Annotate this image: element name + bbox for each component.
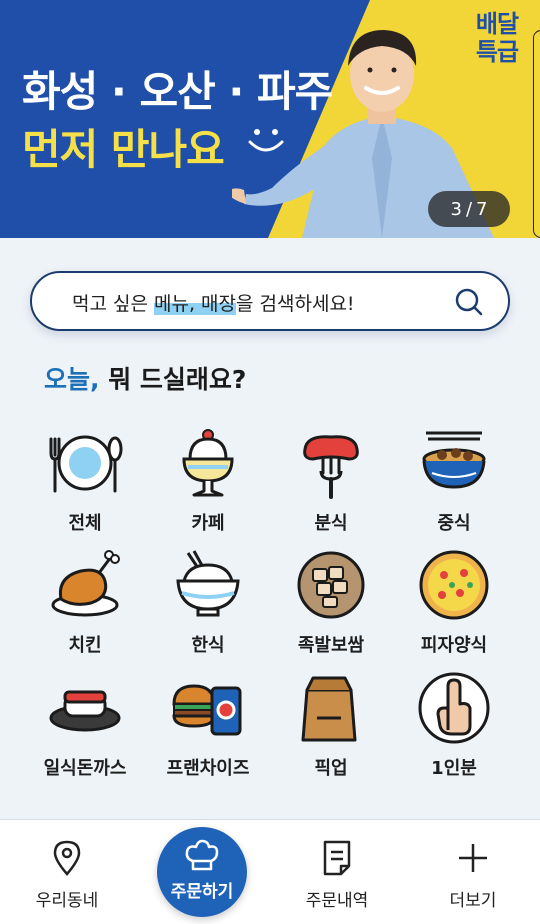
- search-placeholder-prefix: 먹고 싶은: [72, 293, 154, 315]
- noodle-bowl-icon: [422, 431, 486, 489]
- brand-logo: 배달 특급: [470, 10, 524, 70]
- category-label: 한식: [191, 635, 225, 656]
- category-all[interactable]: 전체: [25, 425, 145, 535]
- search-bar[interactable]: 먹고 싶은 메뉴, 매장을 검색하세요!: [30, 271, 510, 331]
- chef-hat-icon: [185, 839, 219, 871]
- category-franchise[interactable]: 프랜차이즈: [148, 670, 268, 780]
- search-placeholder-highlight: 메뉴, 매장: [154, 293, 236, 315]
- rice-bowl-icon: [176, 550, 240, 617]
- category-label: 중식: [437, 513, 471, 534]
- section-heading: 오늘, 뭐 드실래요?: [44, 360, 246, 396]
- location-pin-icon: [53, 840, 81, 876]
- promo-banner[interactable]: 화성 · 오산 · 파주 먼저 만나요 배달 특급 3 / 7: [0, 0, 540, 238]
- jokbal-plate-icon: [297, 551, 365, 619]
- paper-bag-icon: [301, 676, 357, 742]
- category-label: 전체: [68, 513, 102, 534]
- nav-neighborhood-label: 우리동네: [35, 891, 99, 911]
- category-label: 치킨: [68, 635, 102, 656]
- category-label: 분식: [314, 513, 348, 534]
- receipt-icon: [323, 840, 351, 876]
- banner-subtitle: 먼저 만나요: [22, 125, 225, 174]
- category-jokbal-bossam[interactable]: 족발보쌈: [271, 547, 391, 657]
- brand-logo-line1: 배달: [475, 10, 519, 38]
- nav-order-history[interactable]: 주문내역: [282, 840, 392, 911]
- category-chicken[interactable]: 치킨: [25, 547, 145, 657]
- order-button[interactable]: 주문하기: [157, 827, 247, 917]
- pizza-icon: [419, 550, 489, 620]
- nav-neighborhood[interactable]: 우리동네: [12, 840, 122, 911]
- plus-icon: [459, 844, 487, 872]
- category-label: 픽업: [314, 758, 348, 779]
- category-pizza-western[interactable]: 피자양식: [394, 547, 514, 657]
- brand-logo-line2: 특급: [475, 38, 519, 66]
- chicken-icon: [51, 550, 120, 617]
- one-finger-icon: [418, 672, 490, 744]
- counter-separator: /: [465, 198, 473, 220]
- category-single-serving[interactable]: 1인분: [394, 670, 514, 780]
- category-label: 프랜차이즈: [166, 758, 250, 779]
- nav-order-history-label: 주문내역: [305, 891, 369, 911]
- sushi-icon: [49, 690, 121, 732]
- category-pickup[interactable]: 픽업: [271, 670, 391, 780]
- heading-rest: 뭐 드실래요?: [99, 365, 247, 394]
- search-icon[interactable]: [454, 287, 484, 317]
- category-cafe[interactable]: 카페: [148, 425, 268, 535]
- nav-more[interactable]: 더보기: [418, 840, 528, 911]
- order-button-label: 주문하기: [170, 882, 234, 902]
- banner-page-counter: 3 / 7: [428, 191, 510, 227]
- bottom-navigation: 우리동네 주문내역 더보기: [0, 819, 540, 924]
- burger-drink-icon: [172, 684, 242, 736]
- category-japanese-tonkatsu[interactable]: 일식돈까스: [25, 670, 145, 780]
- category-label: 1인분: [431, 758, 477, 779]
- counter-total: 7: [476, 198, 488, 220]
- category-korean[interactable]: 한식: [148, 547, 268, 657]
- category-label: 일식돈까스: [43, 758, 127, 779]
- next-banner-peek[interactable]: [533, 30, 540, 238]
- search-placeholder: 먹고 싶은 메뉴, 매장을 검색하세요!: [72, 289, 355, 316]
- search-placeholder-suffix: 을 검색하세요!: [236, 293, 355, 315]
- heading-accent: 오늘,: [44, 365, 100, 394]
- sausage-fork-icon: [303, 435, 359, 499]
- category-chinese[interactable]: 중식: [394, 425, 514, 535]
- category-label: 피자양식: [420, 635, 488, 656]
- category-snack[interactable]: 분식: [271, 425, 391, 535]
- nav-more-label: 더보기: [449, 891, 497, 911]
- plate-utensils-icon: [49, 435, 123, 493]
- counter-current: 3: [450, 198, 462, 220]
- parfait-icon: [182, 429, 234, 497]
- category-label: 카페: [191, 513, 225, 534]
- category-label: 족발보쌈: [297, 635, 365, 656]
